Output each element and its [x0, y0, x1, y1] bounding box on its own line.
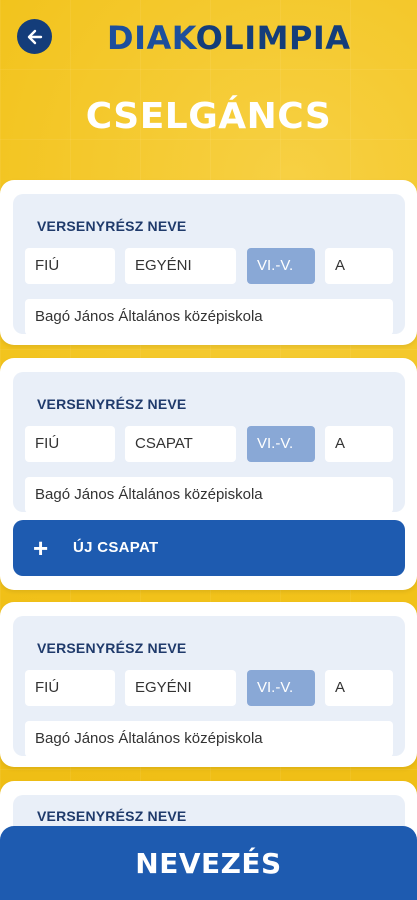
- logo-part2: OLIMPIA: [195, 19, 351, 57]
- submit-label: NEVEZÉS: [135, 846, 282, 880]
- category-field[interactable]: VI.-V.: [247, 248, 315, 284]
- type-field[interactable]: CSAPAT: [125, 426, 236, 462]
- entry-card: VERSENYRÉSZ NEVE FIÚ EGYÉNI VI.-V. A Bag…: [0, 180, 417, 345]
- level-field[interactable]: A: [325, 670, 393, 706]
- entry-label: VERSENYRÉSZ NEVE: [37, 640, 187, 656]
- gender-field[interactable]: FIÚ: [25, 670, 115, 706]
- level-field[interactable]: A: [325, 426, 393, 462]
- entry-label: VERSENYRÉSZ NEVE: [37, 218, 187, 234]
- school-field[interactable]: Bagó János Általános középiskola: [25, 299, 393, 335]
- arrow-left-icon: [27, 29, 42, 44]
- level-field[interactable]: A: [325, 248, 393, 284]
- submit-button[interactable]: NEVEZÉS: [0, 826, 417, 900]
- entry-card: VERSENYRÉSZ NEVE FIÚ EGYÉNI VI.-V. A Bag…: [0, 602, 417, 767]
- gender-field[interactable]: FIÚ: [25, 426, 115, 462]
- new-team-button[interactable]: + ÚJ CSAPAT: [13, 520, 405, 576]
- entry-panel: VERSENYRÉSZ NEVE FIÚ EGYÉNI VI.-V. A Bag…: [13, 194, 405, 335]
- category-field[interactable]: VI.-V.: [247, 426, 315, 462]
- page-title: CSELGÁNCS: [85, 96, 332, 137]
- category-field[interactable]: VI.-V.: [247, 670, 315, 706]
- school-field[interactable]: Bagó János Általános középiskola: [25, 721, 393, 757]
- type-field[interactable]: EGYÉNI: [125, 670, 236, 706]
- new-team-label: ÚJ CSAPAT: [73, 539, 159, 556]
- logo-part1: DIAK: [107, 19, 196, 57]
- app-logo: DIAKOLIMPIA: [107, 18, 351, 58]
- header: DIAKOLIMPIA: [0, 0, 417, 80]
- entry-label: VERSENYRÉSZ NEVE: [37, 808, 187, 824]
- school-field[interactable]: Bagó János Általános középiskola: [25, 477, 393, 513]
- entry-panel: VERSENYRÉSZ NEVE FIÚ EGYÉNI VI.-V. A Bag…: [13, 616, 405, 757]
- plus-icon: +: [33, 533, 49, 563]
- back-button[interactable]: [17, 19, 52, 54]
- gender-field[interactable]: FIÚ: [25, 248, 115, 284]
- entry-label: VERSENYRÉSZ NEVE: [37, 396, 187, 412]
- type-field[interactable]: EGYÉNI: [125, 248, 236, 284]
- entry-panel: VERSENYRÉSZ NEVE FIÚ CSAPAT VI.-V. A Bag…: [13, 372, 405, 513]
